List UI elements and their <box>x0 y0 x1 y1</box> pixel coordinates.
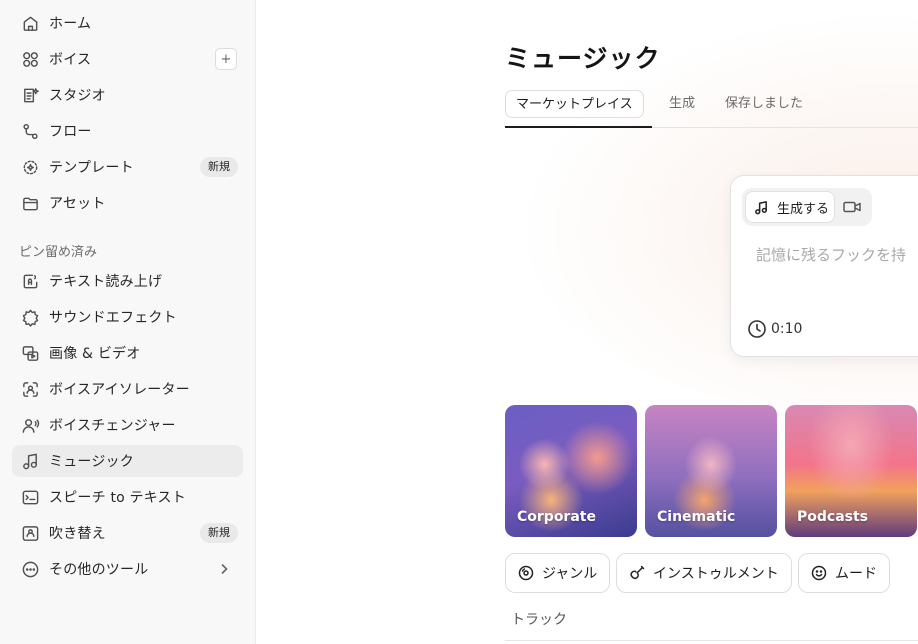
sidebar-item-label: テキスト読み上げ <box>49 274 163 290</box>
pinned-section-label: ピン留め済み <box>19 245 98 260</box>
instrument-filter-button[interactable]: インストゥルメント <box>616 553 792 593</box>
sidebar-item-text-to-speech[interactable]: テキスト読み上げ <box>12 265 243 297</box>
sidebar-item-label: フロー <box>49 124 92 140</box>
sidebar-item-dubbing[interactable]: 吹き替え 新規 <box>12 517 243 549</box>
sidebar-item-label: スタジオ <box>49 88 106 104</box>
voice-changer-icon <box>20 415 40 435</box>
sidebar-item-voice-changer[interactable]: ボイスチェンジャー <box>12 409 243 441</box>
genre-card-podcasts[interactable]: Podcasts <box>785 405 917 537</box>
sidebar-item-home[interactable]: ホーム <box>12 7 243 39</box>
tab-bar: マーケットプレイス 生成 保存しました <box>505 90 918 128</box>
guitar-icon <box>630 565 645 580</box>
sidebar-item-label: アセット <box>49 196 106 212</box>
mood-filter-button[interactable]: ムード <box>798 553 890 593</box>
sidebar-item-label: ボイスアイソレーター <box>49 382 190 398</box>
sidebar-item-label: サウンドエフェクト <box>49 310 177 326</box>
tab-generate[interactable]: 生成 <box>669 90 695 118</box>
duration-selector[interactable]: 0:10 <box>747 319 802 339</box>
smile-icon <box>811 565 827 581</box>
sidebar-item-image-video[interactable]: 画像 & ビデオ <box>12 337 243 369</box>
page-title: ミュージック <box>505 44 661 73</box>
sidebar-item-speech-to-text[interactable]: スピーチ to テキスト <box>12 481 243 513</box>
music-generator-card: 生成する 記憶に残るフックを持 0:10 <box>730 175 918 357</box>
filter-label: ジャンル <box>542 566 598 582</box>
voice-isolator-icon <box>20 379 40 399</box>
tracks-section-label: トラック <box>511 612 567 628</box>
genre-card-label: Corporate <box>517 509 596 525</box>
genre-filter-button[interactable]: ジャンル <box>505 553 610 593</box>
sidebar-item-label: スピーチ to テキスト <box>49 490 186 506</box>
sidebar-item-assets[interactable]: アセット <box>12 187 243 219</box>
filter-label: ムード <box>835 566 877 582</box>
templates-icon <box>20 157 40 177</box>
sidebar-item-label: ミュージック <box>49 454 134 470</box>
genre-card-cinematic[interactable]: Cinematic <box>645 405 777 537</box>
chevron-right-icon <box>217 561 231 575</box>
prompt-input[interactable]: 記憶に残るフックを持 <box>756 244 906 265</box>
generate-mode-label: 生成する <box>777 201 830 217</box>
genre-card-label: Cinematic <box>657 509 736 525</box>
mode-toggle: 生成する <box>742 188 872 226</box>
filter-label: インストゥルメント <box>653 566 779 582</box>
tab-marketplace[interactable]: マーケットプレイス <box>505 90 644 118</box>
active-tab-indicator <box>505 126 652 128</box>
tab-saved[interactable]: 保存しました <box>725 90 803 118</box>
sidebar-item-sound-effects[interactable]: サウンドエフェクト <box>12 301 243 333</box>
speech-to-text-icon <box>20 487 40 507</box>
voices-grid-icon <box>20 49 40 69</box>
image-video-icon <box>20 343 40 363</box>
main-content: ミュージック マーケットプレイス 生成 保存しました 生成する 記憶に残るフック… <box>256 0 918 644</box>
music-note-icon <box>20 451 40 471</box>
divider <box>505 640 918 641</box>
sidebar-item-voices[interactable]: ボイス + <box>12 43 243 75</box>
studio-icon <box>20 85 40 105</box>
clock-icon <box>748 320 766 338</box>
sidebar-item-more-tools[interactable]: その他のツール <box>12 553 243 585</box>
sidebar-item-label: ホーム <box>49 16 92 32</box>
sidebar-item-label: ボイス <box>49 52 92 68</box>
dubbing-icon <box>20 523 40 543</box>
home-icon <box>20 13 40 33</box>
music-note-icon <box>755 200 767 214</box>
sound-effects-icon <box>20 307 40 327</box>
add-voice-button[interactable]: + <box>215 48 237 70</box>
new-badge: 新規 <box>200 157 238 177</box>
genre-card-label: Podcasts <box>797 509 869 525</box>
sidebar-item-label: テンプレート <box>49 160 134 176</box>
folder-icon <box>20 193 40 213</box>
duration-value: 0:10 <box>771 321 803 337</box>
sidebar-item-templates[interactable]: テンプレート 新規 <box>12 151 243 183</box>
video-camera-icon <box>843 201 861 213</box>
sidebar: ホーム ボイス + スタジオ フロー テンプレート 新規 アセット ピン留め済み <box>0 0 256 644</box>
more-tools-icon <box>20 559 40 579</box>
sidebar-item-music[interactable]: ミュージック <box>12 445 243 477</box>
sidebar-item-label: その他のツール <box>49 562 149 578</box>
video-mode-button[interactable] <box>843 199 863 215</box>
disc-icon <box>518 565 534 581</box>
sidebar-item-voice-isolator[interactable]: ボイスアイソレーター <box>12 373 243 405</box>
sidebar-item-flow[interactable]: フロー <box>12 115 243 147</box>
genre-card-corporate[interactable]: Corporate <box>505 405 637 537</box>
sidebar-item-label: 吹き替え <box>49 526 106 542</box>
new-badge: 新規 <box>200 523 238 543</box>
flow-icon <box>20 121 40 141</box>
sidebar-item-label: ボイスチェンジャー <box>49 418 176 434</box>
sidebar-item-label: 画像 & ビデオ <box>49 346 141 362</box>
sidebar-item-studio[interactable]: スタジオ <box>12 79 243 111</box>
generate-mode-button[interactable]: 生成する <box>745 191 835 223</box>
text-to-speech-icon <box>20 271 40 291</box>
